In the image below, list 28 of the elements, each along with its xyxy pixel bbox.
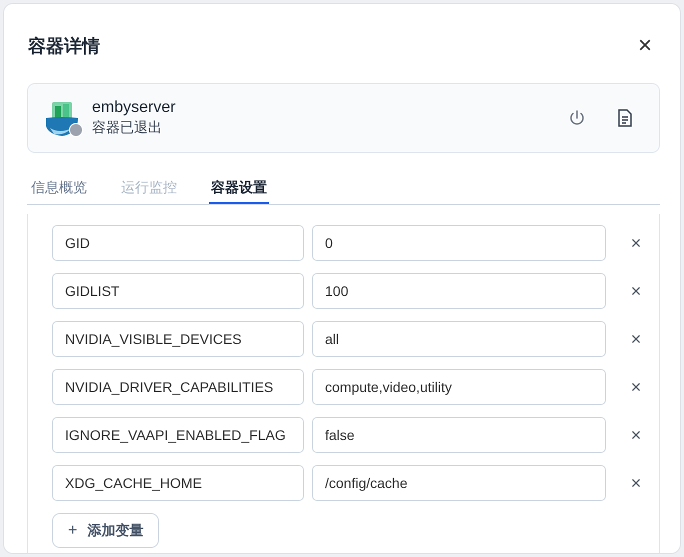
container-status: 容器已退出 — [92, 119, 163, 137]
dialog-title: 容器详情 — [28, 35, 100, 58]
close-button[interactable]: × — [634, 34, 656, 58]
remove-button[interactable]: × — [622, 234, 650, 252]
container-name: embyserver — [92, 99, 176, 117]
plus-icon: + — [68, 522, 78, 540]
tab[interactable]: 信息概览 — [29, 174, 89, 204]
document-icon — [617, 109, 633, 127]
remove-button[interactable]: × — [622, 282, 650, 300]
key-field[interactable]: GIDLIST — [52, 273, 304, 309]
power-icon — [568, 109, 586, 127]
remove-button[interactable]: × — [622, 378, 650, 396]
remove-button[interactable]: × — [622, 330, 650, 348]
remove-button[interactable]: × — [622, 474, 650, 492]
key-field[interactable]: NVIDIA_VISIBLE_DEVICES — [52, 321, 304, 357]
key-field[interactable]: GID — [52, 225, 304, 261]
key-field[interactable]: XDG_CACHE_HOME — [52, 465, 304, 501]
remove-button[interactable]: × — [622, 426, 650, 444]
tab[interactable]: 容器设置 — [209, 174, 269, 204]
key-field[interactable]: NVIDIA_DRIVER_CAPABILITIES — [52, 369, 304, 405]
value-field[interactable]: compute,video,utility — [312, 369, 606, 405]
add-variable-button[interactable]: + 添加变量 — [52, 513, 160, 548]
value-field[interactable]: 0 — [312, 225, 606, 261]
value-field[interactable]: /config/cache — [312, 465, 606, 501]
value-field[interactable]: false — [312, 417, 606, 453]
key-field[interactable]: IGNORE_VAAPI_ENABLED_FLAG — [52, 417, 304, 453]
value-field[interactable]: all — [312, 321, 606, 357]
value-field[interactable]: 100 — [312, 273, 606, 309]
